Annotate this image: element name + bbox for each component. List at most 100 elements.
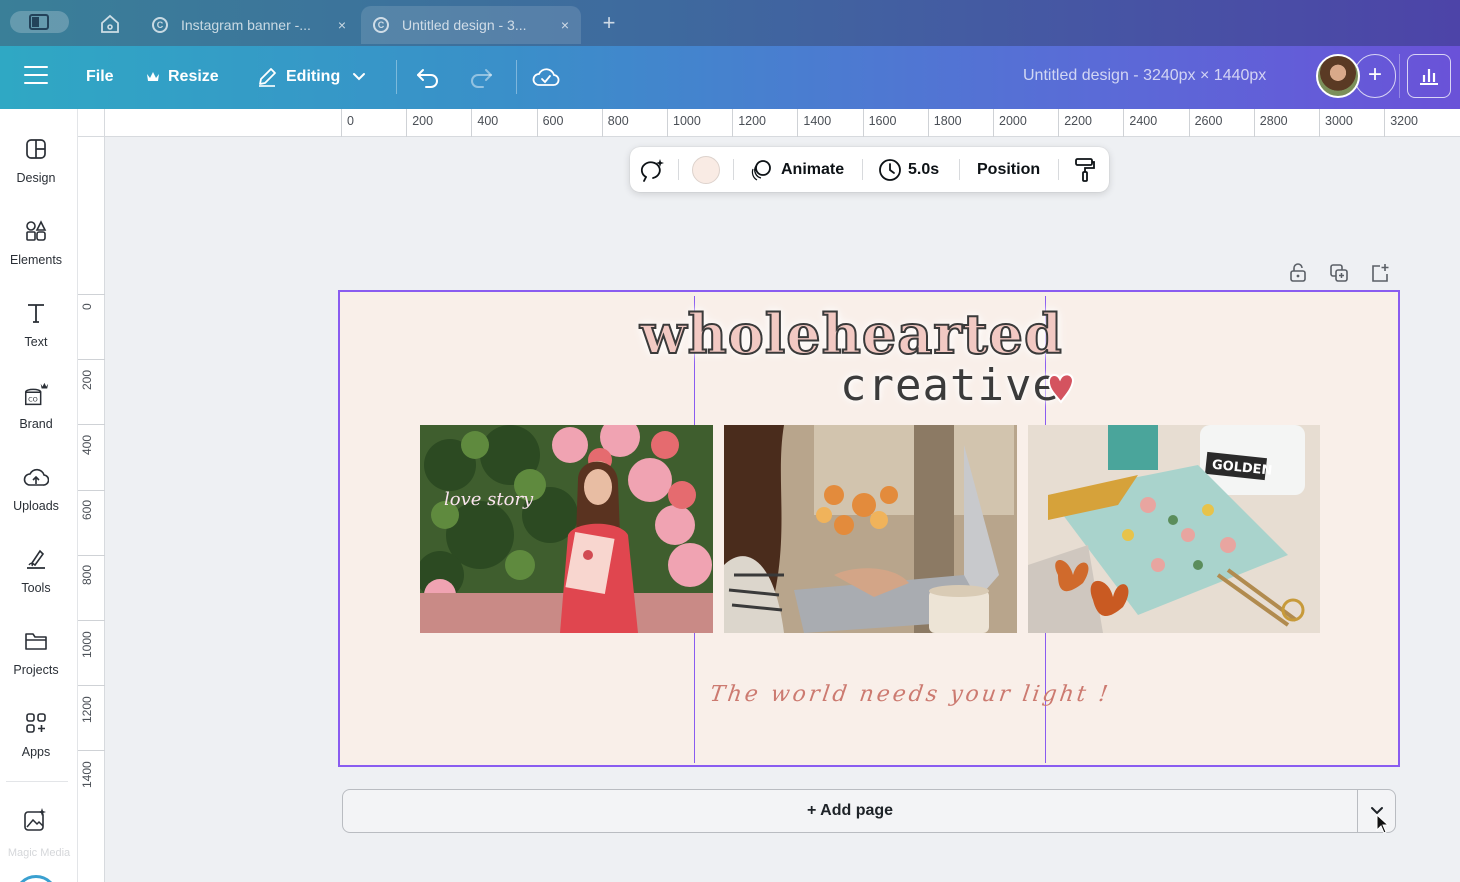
ruler-label: 600 bbox=[542, 114, 564, 128]
ruler-tick bbox=[78, 750, 105, 752]
elements-icon bbox=[22, 217, 50, 245]
toolbar-divider bbox=[862, 159, 863, 180]
photo-art-journal[interactable]: GOLDEN bbox=[1028, 425, 1320, 633]
sidebar-item-elements[interactable]: Elements bbox=[0, 209, 72, 279]
resize-button[interactable]: Resize bbox=[146, 64, 219, 90]
profile-ring-icon[interactable] bbox=[14, 875, 58, 882]
undo-icon bbox=[417, 69, 438, 88]
editing-mode-button[interactable]: Editing bbox=[256, 64, 366, 90]
photo-woman-with-balloons[interactable]: love story bbox=[420, 425, 713, 633]
position-button[interactable]: Position bbox=[977, 147, 1040, 192]
header-divider bbox=[516, 60, 517, 94]
ruler-tick bbox=[1253, 109, 1255, 137]
horizontal-ruler[interactable]: 0 200 400 600 800 1000 1200 1400 1600 1800 2000 220… bbox=[105, 109, 1460, 137]
browser-tab-untitled-design[interactable]: C Untitled design - 3... × bbox=[361, 6, 581, 44]
tagline-text[interactable]: The world needs your light ! bbox=[708, 682, 1112, 707]
ruler-label: 2800 bbox=[1259, 114, 1288, 128]
main-menu-icon[interactable] bbox=[24, 66, 48, 86]
photo-typing-on-laptop[interactable] bbox=[724, 425, 1017, 633]
ruler-tick bbox=[797, 109, 799, 137]
sidebar-item-brand[interactable]: CO Brand bbox=[0, 373, 72, 443]
add-page-button[interactable]: + Add page bbox=[342, 789, 1358, 833]
document-title[interactable]: Untitled design - 3240px × 1440px bbox=[1023, 67, 1266, 85]
mouse-cursor-icon bbox=[1376, 814, 1390, 834]
ruler-label: 200 bbox=[80, 369, 94, 390]
sidebar-toggle-button[interactable] bbox=[10, 11, 69, 33]
redo-button[interactable] bbox=[467, 63, 495, 91]
ruler-label: 2600 bbox=[1194, 114, 1223, 128]
cloud-check-icon bbox=[532, 68, 560, 86]
sidebar-item-projects[interactable]: Projects bbox=[0, 619, 72, 689]
add-page-after-button[interactable] bbox=[1369, 262, 1391, 284]
resize-label: Resize bbox=[168, 68, 219, 85]
magic-switch-button[interactable] bbox=[640, 147, 666, 192]
pencil-icon bbox=[256, 66, 278, 88]
sidebar-divider bbox=[6, 781, 68, 782]
ruler-tick bbox=[667, 109, 668, 137]
clock-icon bbox=[879, 158, 901, 181]
new-tab-button[interactable]: + bbox=[598, 11, 620, 35]
design-canvas[interactable]: wholehearted creative love story GOLDEN … bbox=[338, 290, 1400, 767]
sidebar-item-label: Elements bbox=[9, 253, 63, 267]
sidebar-item-label: Tools bbox=[21, 581, 51, 595]
ruler-label: 400 bbox=[477, 114, 499, 128]
tools-icon bbox=[22, 545, 50, 573]
sidebar-item-label: Magic Media bbox=[7, 847, 71, 859]
sidebar-item-apps[interactable]: Apps bbox=[0, 701, 72, 771]
ruler-tick bbox=[927, 109, 929, 137]
home-tab-button[interactable] bbox=[98, 12, 124, 36]
tab-close-icon[interactable]: × bbox=[332, 17, 352, 33]
vertical-ruler[interactable]: 0 200 400 600 800 1000 1200 1400 bbox=[78, 137, 105, 882]
left-sidebar: Design Elements Text CO Brand Uploads To… bbox=[0, 109, 78, 882]
duplicate-page-button[interactable] bbox=[1328, 262, 1350, 284]
sidebar-item-text[interactable]: Text bbox=[0, 291, 72, 361]
background-color-button[interactable] bbox=[692, 147, 720, 192]
ruler-label: 0 bbox=[347, 114, 354, 128]
animate-button[interactable]: Animate bbox=[749, 147, 844, 192]
sidebar-item-design[interactable]: Design bbox=[0, 127, 72, 197]
toolbar-divider bbox=[733, 159, 734, 180]
header-divider bbox=[1399, 54, 1400, 98]
tab-title: Instagram banner -... bbox=[181, 17, 311, 33]
ruler-tick bbox=[1384, 109, 1386, 137]
ruler-tick bbox=[601, 109, 603, 137]
brand-subtitle-text[interactable]: creative bbox=[840, 360, 1060, 411]
ruler-label: 200 bbox=[412, 114, 434, 128]
duplicate-icon bbox=[1330, 264, 1348, 282]
cloud-save-status-button[interactable] bbox=[532, 63, 560, 91]
file-menu-button[interactable]: File bbox=[86, 64, 114, 90]
lock-icon bbox=[1290, 263, 1306, 282]
sidebar-item-uploads[interactable]: Uploads bbox=[0, 455, 72, 525]
heart-icon[interactable] bbox=[1046, 370, 1076, 404]
ruler-label: 3200 bbox=[1390, 114, 1418, 128]
tab-title: Untitled design - 3... bbox=[402, 17, 527, 33]
tab-close-icon[interactable]: × bbox=[555, 17, 575, 33]
insights-button[interactable] bbox=[1407, 54, 1451, 98]
add-collaborator-button[interactable]: + bbox=[1354, 54, 1396, 98]
ruler-tick bbox=[78, 489, 105, 491]
ruler-label: 1600 bbox=[868, 114, 897, 128]
ruler-label: 0 bbox=[80, 302, 94, 310]
crown-icon bbox=[146, 71, 160, 83]
lock-page-button[interactable] bbox=[1287, 262, 1309, 284]
ruler-label: 2200 bbox=[1064, 114, 1092, 128]
ruler-tick bbox=[536, 109, 538, 137]
ruler-tick bbox=[78, 620, 105, 621]
ruler-label: 1800 bbox=[933, 114, 962, 128]
copy-style-button[interactable] bbox=[1073, 147, 1097, 192]
magic-lasso-icon bbox=[640, 158, 664, 182]
home-icon bbox=[101, 14, 119, 33]
toolbar-divider bbox=[1058, 159, 1059, 180]
avatar[interactable] bbox=[1316, 54, 1360, 98]
color-swatch bbox=[692, 155, 720, 184]
ruler-tick bbox=[1058, 109, 1060, 137]
undo-button[interactable] bbox=[414, 63, 442, 91]
page-duration-button[interactable]: 5.0s bbox=[878, 147, 939, 192]
sidebar-item-tools[interactable]: Tools bbox=[0, 537, 72, 607]
ruler-label: 1400 bbox=[80, 761, 94, 789]
ruler-label: 600 bbox=[80, 500, 94, 521]
magic-media-icon[interactable] bbox=[22, 807, 50, 835]
duration-label: 5.0s bbox=[908, 160, 940, 178]
browser-tab-instagram-banner[interactable]: C Instagram banner -... × bbox=[140, 6, 358, 44]
ruler-tick bbox=[78, 685, 105, 687]
